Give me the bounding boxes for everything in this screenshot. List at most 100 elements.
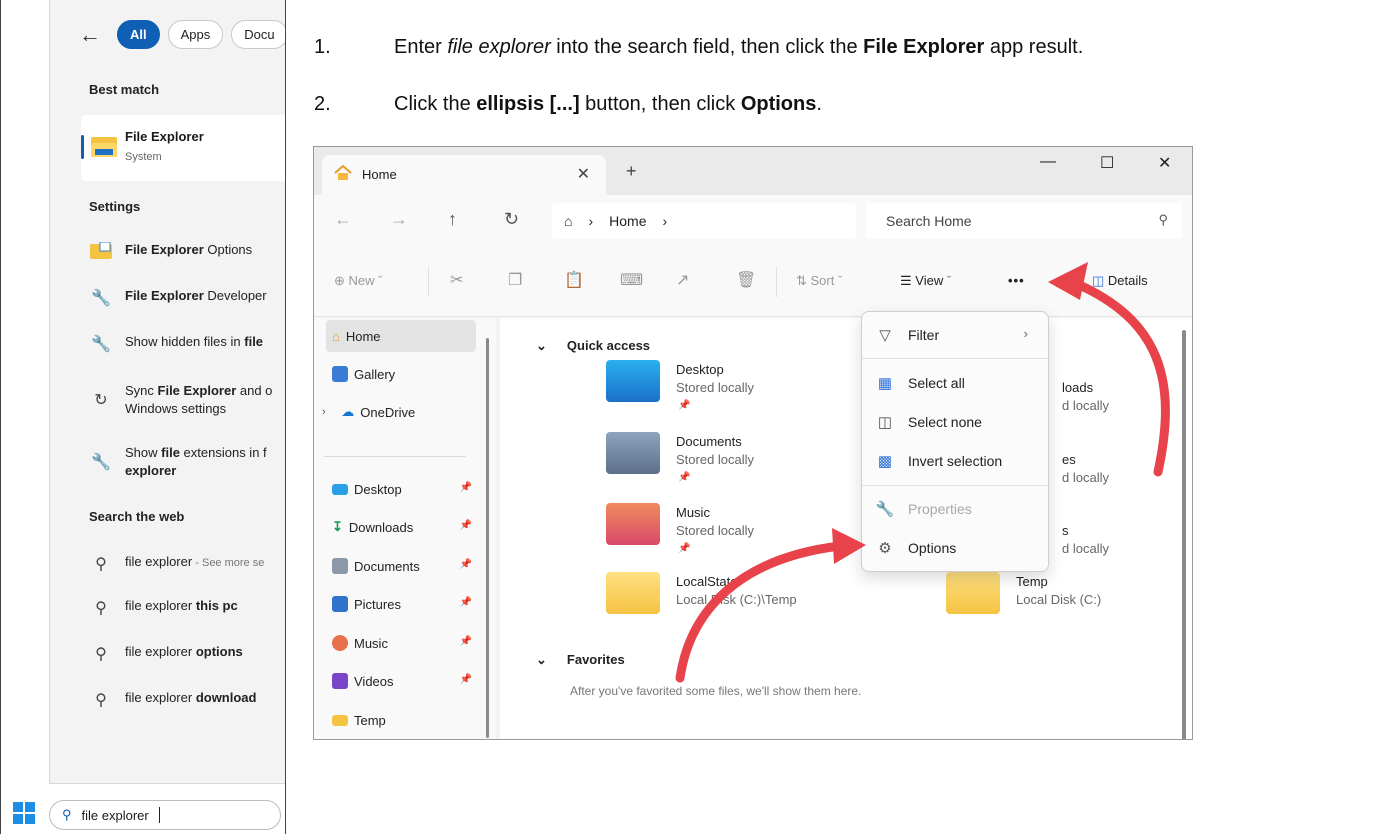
invert-selection-icon: ▩ [877, 453, 893, 470]
refresh-icon[interactable]: ↻ [504, 209, 519, 230]
taskbar-search-text: file explorer [81, 807, 149, 823]
setting-show-file-extensions[interactable]: 🔧 Show file extensions in f explorer [89, 444, 267, 480]
filter-chip-documents[interactable]: Docu [231, 20, 285, 49]
nav-item-gallery[interactable]: Gallery [326, 358, 476, 390]
chevron-right-icon: › [588, 213, 594, 229]
sort-button[interactable]: ⇅ Sort ˇ [796, 273, 842, 289]
address-bar[interactable]: ⌂ › Home › [552, 203, 856, 239]
setting-sync-file-explorer[interactable]: ↻ Sync File Explorer and o Windows settin… [89, 382, 272, 418]
setting-label: Show hidden files in file [125, 334, 264, 349]
paste-icon[interactable]: 📋 [564, 270, 584, 290]
see-more-menu: ▽ Filter › ▦ Select all ◫ Select none ▩ Inver… [861, 311, 1049, 572]
forward-icon[interactable]: → [390, 209, 408, 230]
web-result-see-more[interactable]: ⚲ file explorer - See more se [89, 554, 264, 574]
download-icon: ↧ [332, 519, 343, 534]
menu-item-filter[interactable]: ▽ Filter › [862, 316, 1050, 354]
chevron-down-icon: ⌄ [536, 652, 547, 667]
nav-item-music[interactable]: Music 📌 [326, 627, 476, 659]
copy-icon[interactable]: ❐ [508, 270, 522, 290]
details-button[interactable]: ◫ Details [1092, 273, 1148, 289]
web-result-download[interactable]: ⚲ file explorer download [89, 690, 256, 710]
search-icon: ⚲ [95, 692, 107, 709]
taskbar: ⚲ file explorer [1, 794, 285, 834]
breadcrumb-home[interactable]: Home [609, 213, 646, 229]
menu-item-properties: 🔧 Properties [875, 501, 972, 518]
nav-item-desktop[interactable]: Desktop 📌 [326, 473, 476, 505]
best-match-result[interactable]: File Explorer System [81, 115, 285, 181]
tools-icon: 🔧 [91, 454, 111, 471]
search-icon: ⚲ [95, 556, 107, 573]
delete-icon[interactable]: 🗑 [736, 270, 756, 290]
instruction-step-1: 1. Enter file explorer into the search f… [314, 36, 1083, 59]
windows-start-icon[interactable] [13, 802, 35, 824]
pin-icon: 📌 [459, 520, 472, 531]
search-box[interactable]: Search Home ⚲ [866, 203, 1182, 239]
home-icon: ⌂ [332, 328, 340, 344]
nav-item-downloads[interactable]: ↧ Downloads 📌 [326, 511, 476, 543]
folder-icon [606, 572, 660, 614]
nav-item-videos[interactable]: Videos 📌 [326, 665, 476, 697]
menu-item-select-none[interactable]: ◫ Select none [862, 403, 1050, 441]
pictures-icon [332, 596, 348, 612]
taskbar-search-input[interactable]: ⚲ file explorer [49, 800, 281, 830]
new-button[interactable]: ⊕ New ˇ [334, 273, 382, 289]
nav-item-onedrive[interactable]: › ☁ OneDrive [316, 396, 466, 428]
filter-chip-all[interactable]: All [117, 20, 160, 49]
menu-item-invert-selection[interactable]: ▩ Invert selection [862, 442, 1050, 480]
setting-file-explorer-developer[interactable]: 🔧 File Explorer Developer [89, 288, 267, 308]
home-icon [334, 165, 352, 180]
setting-file-explorer-options[interactable]: File Explorer Options [89, 241, 252, 265]
up-icon[interactable]: ↑ [448, 209, 457, 230]
folder-localstate[interactable]: LocalState Local Disk (C:)\Temp [606, 568, 966, 628]
web-result-options[interactable]: ⚲ file explorer options [89, 644, 243, 664]
step-text: Click the ellipsis [...] button, then cl… [394, 93, 822, 115]
filter-chip-apps[interactable]: Apps [167, 20, 224, 49]
view-button[interactable]: ☰ View ˇ [900, 273, 951, 289]
command-bar: ⊕ New ˇ ✂ ❐ 📋 ⌨ ↗ 🗑 ⇅ Sort ˇ ☰ View ˇ ••… [314, 247, 1192, 317]
share-icon[interactable]: ↗ [676, 270, 689, 290]
close-tab-icon[interactable]: ✕ [577, 164, 590, 184]
tab-title: Home [362, 167, 397, 182]
nav-item-pictures[interactable]: Pictures 📌 [326, 588, 476, 620]
back-arrow-icon[interactable]: ← [79, 22, 101, 48]
menu-item-select-all[interactable]: ▦ Select all [862, 364, 1050, 402]
menu-divider [862, 485, 1048, 486]
nav-item-temp[interactable]: Temp [326, 704, 476, 736]
start-search-panel: ← All Apps Docu Best match File Explorer… [0, 0, 286, 834]
filter-icon: ▽ [879, 327, 891, 344]
instruction-step-2: 2. Click the ellipsis [...] button, then… [314, 93, 822, 116]
chevron-right-icon: › [1023, 326, 1028, 341]
nav-item-documents[interactable]: Documents 📌 [326, 550, 476, 582]
tab-home[interactable]: Home ✕ [322, 155, 606, 195]
quick-access-header[interactable]: ⌄ Quick access [536, 338, 650, 354]
menu-item-options[interactable]: ⚙ Options [862, 529, 1050, 567]
nav-item-home[interactable]: ⌂ Home [326, 320, 476, 352]
select-none-icon: ◫ [877, 414, 893, 431]
web-result-this-pc[interactable]: ⚲ file explorer this pc [89, 598, 238, 618]
back-icon[interactable]: ← [334, 209, 352, 230]
search-icon: ⚲ [95, 646, 107, 663]
close-window-icon[interactable]: ✕ [1158, 153, 1171, 173]
web-result-label: file explorer - See more se [125, 554, 265, 569]
nav-scrollbar[interactable] [486, 338, 489, 738]
search-filter-bar: ← All Apps Docu [79, 20, 285, 49]
best-match-heading: Best match [89, 82, 160, 97]
sync-icon: ↻ [94, 392, 108, 409]
wrench-icon: 🔧 [875, 501, 895, 518]
folder-temp[interactable]: Temp Local Disk (C:) [946, 568, 1192, 628]
setting-show-hidden-files[interactable]: 🔧 Show hidden files in file [89, 334, 263, 354]
cut-icon[interactable]: ✂ [450, 270, 463, 290]
rename-icon[interactable]: ⌨ [620, 270, 643, 290]
minimize-icon[interactable]: — [1040, 153, 1056, 171]
navigation-bar: ← → ↑ ↻ ⌂ › Home › Search Home ⚲ [314, 195, 1192, 247]
favorites-header[interactable]: ⌄ Favorites [536, 652, 625, 668]
setting-label: Show file extensions in f explorer [125, 445, 267, 478]
file-explorer-window: Home ✕ + — ☐ ✕ ← → ↑ ↻ ⌂ › Home › Search… [313, 146, 1193, 740]
select-all-icon: ▦ [877, 375, 893, 392]
text-cursor [158, 807, 160, 823]
maximize-icon[interactable]: ☐ [1100, 153, 1114, 173]
web-result-label: file explorer download [125, 690, 257, 705]
see-more-ellipsis-button[interactable]: ••• [1008, 273, 1025, 288]
tools-icon: 🔧 [91, 290, 111, 307]
new-tab-icon[interactable]: + [626, 161, 637, 182]
